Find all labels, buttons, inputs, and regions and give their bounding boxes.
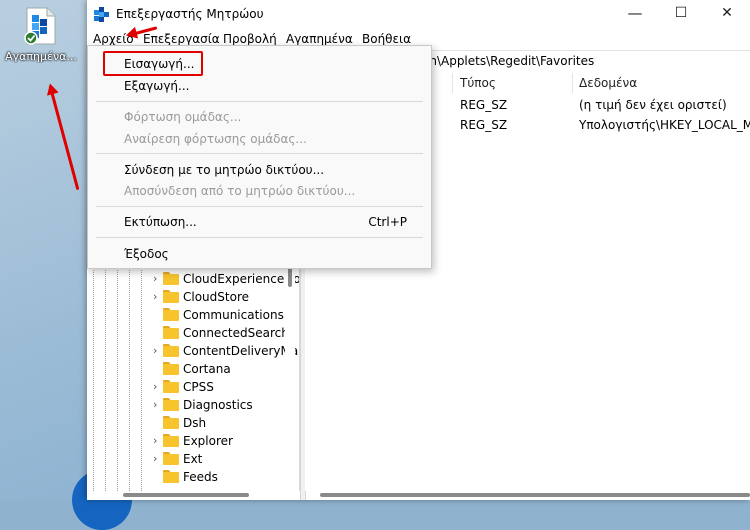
regedit-icon [94, 7, 109, 22]
tree-item-label: ContentDeliveryMa [183, 344, 299, 358]
folder-icon [163, 470, 179, 483]
chevron-right-icon[interactable]: › [153, 435, 163, 447]
folder-icon [163, 326, 179, 339]
menu-separator [96, 101, 423, 102]
menu-item-load-hive: Φόρτωση ομάδας... [124, 110, 242, 124]
title-bar[interactable]: Επεξεργαστής Μητρώου — ☐ ✕ [87, 0, 750, 28]
folder-icon [163, 452, 179, 465]
chevron-right-icon[interactable]: › [153, 273, 163, 285]
menu-item-disconnect-network: Αποσύνδεση από το μητρώο δικτύου... [124, 184, 356, 198]
column-header-data[interactable]: Δεδομένα [579, 76, 637, 90]
list-horizontal-scrollbar[interactable] [320, 493, 750, 497]
annotation-highlight-box [103, 51, 203, 76]
menu-separator [96, 153, 423, 154]
minimize-icon[interactable]: — [612, 0, 658, 28]
tree-item-label: Diagnostics [183, 398, 253, 412]
close-icon[interactable]: ✕ [704, 0, 750, 28]
tree-item-label: Ext [183, 452, 203, 466]
menu-separator [96, 206, 423, 207]
folder-icon [163, 272, 179, 285]
menu-separator [96, 237, 423, 238]
folder-icon [163, 308, 179, 321]
chevron-right-icon[interactable]: › [153, 291, 163, 303]
tree-item-label: Explorer [183, 434, 233, 448]
desktop-icon-favorites[interactable]: Αγαπημένα... [2, 6, 80, 63]
menu-view[interactable]: Προβολή [223, 32, 277, 46]
menu-item-connect-network[interactable]: Σύνδεση με το μητρώο δικτύου... [124, 163, 324, 177]
column-separator[interactable] [452, 73, 453, 93]
folder-icon [163, 344, 179, 357]
menu-favorites[interactable]: Αγαπημένα [286, 32, 353, 46]
folder-icon [163, 290, 179, 303]
value-type-cell[interactable]: REG_SZ [460, 98, 507, 112]
tree-item-label: Feeds [183, 470, 218, 484]
menu-item-exit[interactable]: Έξοδος [124, 247, 169, 261]
window-title: Επεξεργαστής Μητρώου [116, 7, 264, 21]
tree-item-label: Communications [183, 308, 284, 322]
folder-icon [163, 416, 179, 429]
menu-item-export[interactable]: Εξαγωγή... [124, 79, 189, 93]
folder-icon [163, 434, 179, 447]
menu-edit[interactable]: Επεξεργασία [143, 32, 220, 46]
value-data-cell[interactable]: Υπολογιστής\HKEY_LOCAL_MA [579, 118, 750, 132]
chevron-right-icon[interactable]: › [153, 381, 163, 393]
column-header-type[interactable]: Τύπος [460, 76, 496, 90]
column-separator[interactable] [572, 73, 573, 93]
address-path: on\Applets\Regedit\Favorites [422, 54, 595, 68]
tree-item-label: ConnectedSearch [183, 326, 289, 340]
annotation-arrow-up [48, 85, 80, 191]
menu-item-unload-hive: Αναίρεση φόρτωσης ομάδας... [124, 132, 307, 146]
chevron-right-icon[interactable]: › [153, 399, 163, 411]
file-menu-dropdown: Εισαγωγή... Εξαγωγή... Φόρτωση ομάδας...… [87, 45, 432, 269]
menu-help[interactable]: Βοήθεια [362, 32, 411, 46]
value-type-cell[interactable]: REG_SZ [460, 118, 507, 132]
folder-icon [163, 362, 179, 375]
value-data-cell[interactable]: (η τιμή δεν έχει οριστεί) [579, 98, 727, 112]
desktop-icon-label: Αγαπημένα... [5, 50, 77, 63]
tree-item-label: CloudStore [183, 290, 249, 304]
folder-icon [163, 398, 179, 411]
reg-file-icon [23, 6, 59, 46]
tree-item-label: Cortana [183, 362, 231, 376]
menu-item-print[interactable]: Εκτύπωση... [124, 215, 197, 229]
chevron-right-icon[interactable]: › [153, 453, 163, 465]
chevron-right-icon[interactable]: › [153, 345, 163, 357]
folder-icon [163, 380, 179, 393]
tree-item-label: CloudExperienceHo [183, 272, 300, 286]
maximize-icon[interactable]: ☐ [658, 0, 704, 28]
tree-item-label: CPSS [183, 380, 214, 394]
tree-horizontal-scrollbar[interactable] [123, 493, 249, 497]
tree-item-label: Dsh [183, 416, 207, 430]
print-shortcut: Ctrl+P [368, 215, 407, 229]
